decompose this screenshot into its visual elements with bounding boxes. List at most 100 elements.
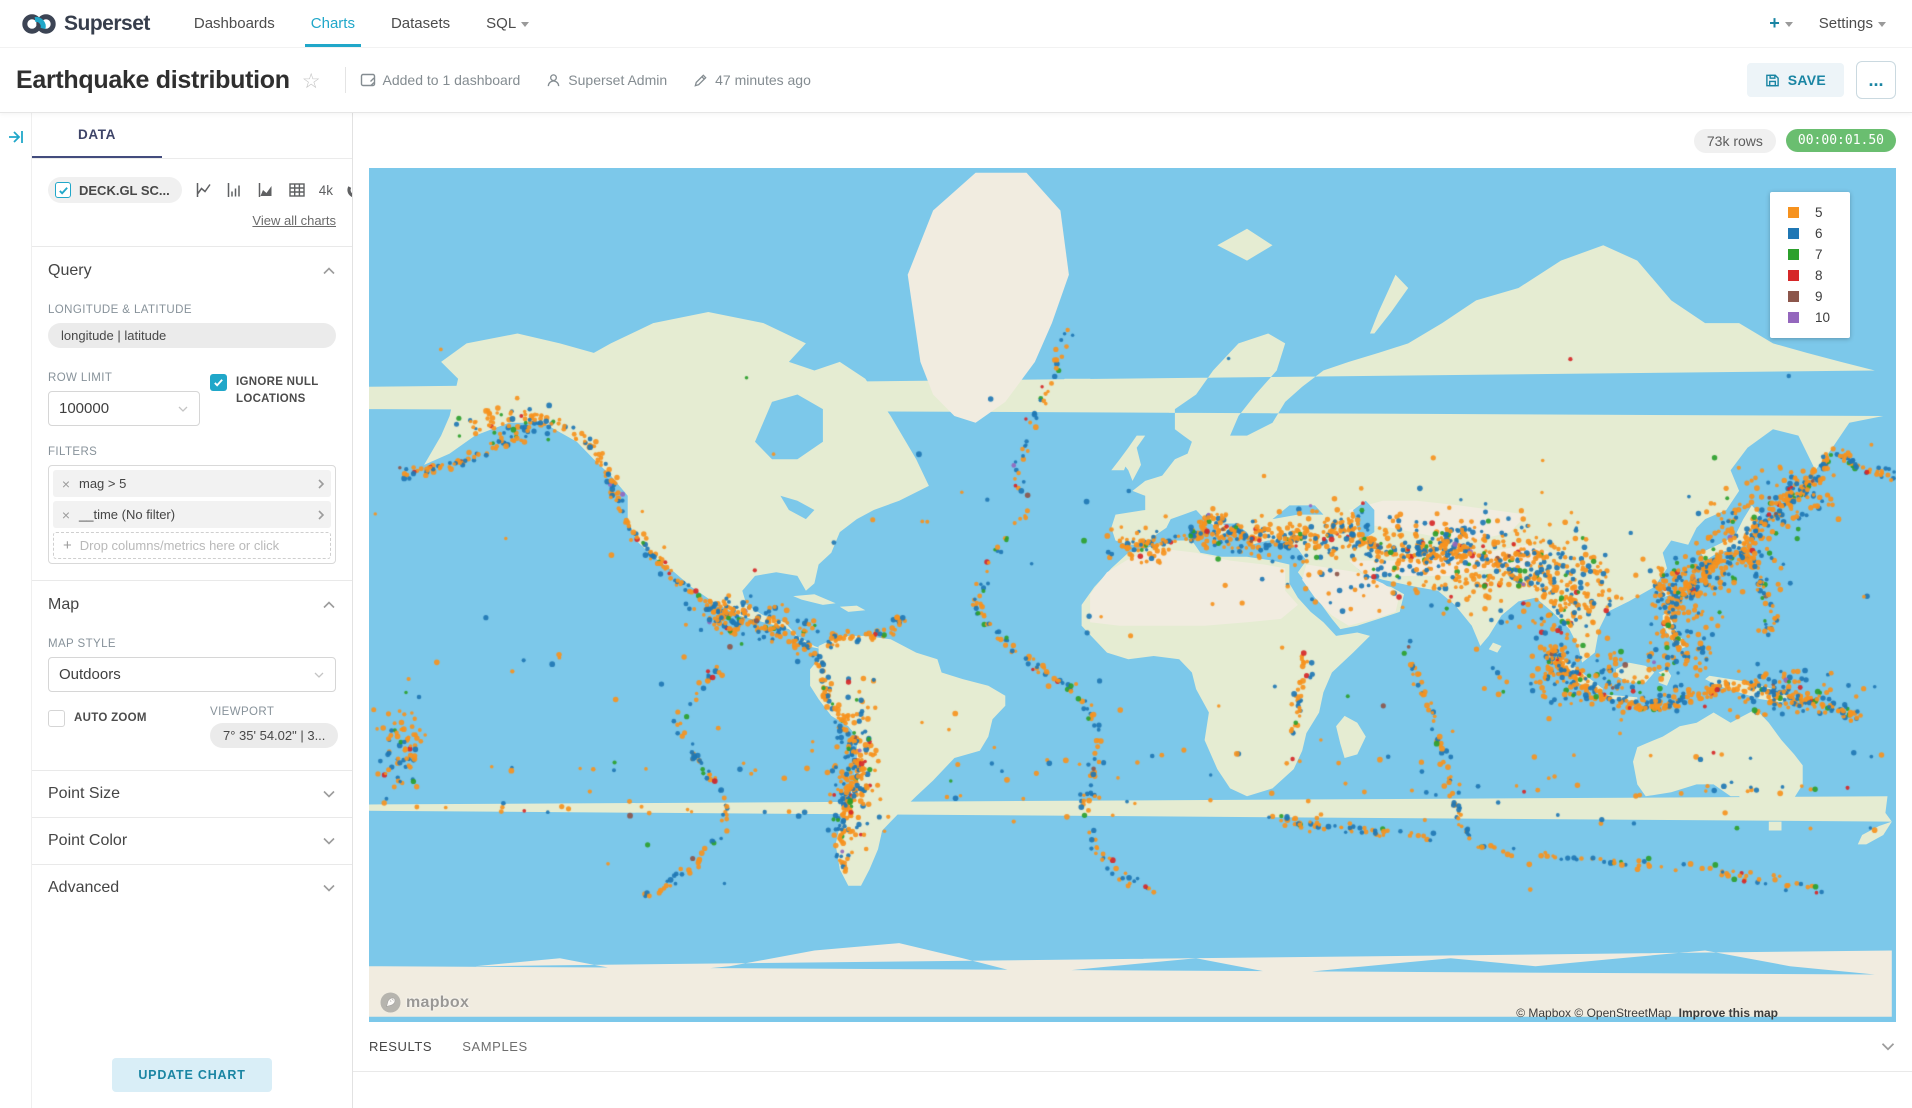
update-chart-button[interactable]: UPDATE CHART <box>112 1058 271 1092</box>
tab-samples[interactable]: SAMPLES <box>462 1039 528 1054</box>
panel-body: DECK.GL SC... 4k <box>32 159 352 1108</box>
deckgl-scatter-map[interactable]: 5678910 mapbox © Mapbox © OpenStreetMap … <box>369 168 1896 1022</box>
viz-type-selected[interactable]: DECK.GL SC... <box>48 177 182 203</box>
viz-4k-badge[interactable]: 4k <box>319 183 333 198</box>
ignore-null-checkbox-row[interactable]: IGNORE NULL LOCATIONS <box>210 374 346 407</box>
osm-attribution-link[interactable]: © OpenStreetMap <box>1574 1006 1671 1020</box>
map-style-label: MAP STYLE <box>48 638 336 650</box>
donut-chart-icon[interactable] <box>346 181 352 199</box>
chart-title: Earthquake distribution <box>16 66 290 95</box>
pencil-icon <box>693 73 708 88</box>
map-section-header[interactable]: Map <box>48 596 336 614</box>
filters-container: ×mag > 5×__time (No filter) + Drop colum… <box>48 465 336 564</box>
dashboard-icon <box>360 72 376 88</box>
checkbox-checked-icon <box>55 182 71 198</box>
advanced-section[interactable]: Advanced <box>48 865 336 911</box>
header-divider <box>345 67 346 93</box>
results-tabbar: RESULTS SAMPLES <box>353 1022 1912 1072</box>
table-icon[interactable] <box>288 181 306 199</box>
brand-name: Superset <box>64 12 150 36</box>
main-area: DATA DECK.GL SC... <box>0 113 1912 1108</box>
remove-filter-icon[interactable]: × <box>53 507 79 523</box>
favorite-star-icon[interactable]: ☆ <box>302 69 321 94</box>
nav-charts[interactable]: Charts <box>293 0 373 47</box>
chart-header: Earthquake distribution ☆ Added to 1 das… <box>0 48 1912 113</box>
legend-swatch <box>1788 249 1799 260</box>
filter-chip[interactable]: ×__time (No filter) <box>53 501 331 528</box>
viewport-value-chip[interactable]: 7° 35' 54.02" | 3... <box>210 723 338 748</box>
mapbox-mark-icon <box>379 991 402 1014</box>
legend-item: 7 <box>1782 244 1838 265</box>
chevron-down-icon <box>313 671 325 679</box>
panel-collapse-strip <box>0 113 32 1108</box>
owner-info[interactable]: Superset Admin <box>546 72 667 88</box>
filter-label: mag > 5 <box>79 476 317 491</box>
checkbox-checked-icon[interactable] <box>210 374 227 391</box>
mapbox-logo[interactable]: mapbox <box>379 991 469 1014</box>
legend-swatch <box>1788 291 1799 302</box>
tab-data[interactable]: DATA <box>32 113 162 158</box>
auto-zoom-checkbox-row[interactable]: AUTO ZOOM <box>48 710 200 727</box>
row-limit-select[interactable]: 100000 <box>48 391 200 426</box>
legend-value: 7 <box>1815 247 1823 262</box>
filter-rows: ×mag > 5×__time (No filter) <box>53 470 331 528</box>
chart-meta: Added to 1 dashboard Superset Admin 47 m… <box>360 72 811 88</box>
nav-sql[interactable]: SQL <box>468 0 547 47</box>
chevron-down-icon <box>322 789 336 799</box>
data-panel: DATA DECK.GL SC... <box>32 113 353 1108</box>
settings-menu[interactable]: Settings <box>1819 15 1886 32</box>
expand-panel-icon[interactable] <box>6 127 26 147</box>
plus-icon: + <box>63 537 72 554</box>
top-navbar: Superset Dashboards Charts Datasets SQL … <box>0 0 1912 48</box>
query-section-header[interactable]: Query <box>48 262 336 280</box>
legend-value: 9 <box>1815 289 1823 304</box>
legend-value: 5 <box>1815 205 1823 220</box>
view-all-charts-link[interactable]: View all charts <box>252 213 336 228</box>
line-chart-icon[interactable] <box>195 181 213 199</box>
nav-datasets[interactable]: Datasets <box>373 0 468 47</box>
nav-dashboards[interactable]: Dashboards <box>176 0 293 47</box>
save-disk-icon <box>1765 73 1780 88</box>
save-button[interactable]: SAVE <box>1747 63 1844 97</box>
legend-swatch <box>1788 312 1799 323</box>
map-style-select[interactable]: Outdoors <box>48 657 336 692</box>
chevron-right-icon <box>317 478 325 490</box>
tab-results[interactable]: RESULTS <box>369 1039 432 1054</box>
chart-content: 73k rows 00:00:01.50 5678910 mapbox © Ma… <box>353 113 1912 1108</box>
earthquake-points-layer <box>369 168 1896 1022</box>
dashboards-added-info[interactable]: Added to 1 dashboard <box>360 72 521 88</box>
viz-type-row: DECK.GL SC... 4k <box>48 177 336 203</box>
mapbox-attribution-link[interactable]: © Mapbox <box>1516 1006 1571 1020</box>
legend-item: 8 <box>1782 265 1838 286</box>
legend-item: 10 <box>1782 307 1838 328</box>
more-actions-button[interactable]: ... <box>1856 61 1896 99</box>
superset-infinity-icon <box>22 13 56 35</box>
filter-label: __time (No filter) <box>79 507 317 522</box>
chevron-down-icon <box>1785 22 1793 27</box>
nav-right: + Settings <box>1769 0 1912 47</box>
header-actions: SAVE ... <box>1747 61 1896 99</box>
checkbox-unchecked-icon[interactable] <box>48 710 65 727</box>
legend-item: 5 <box>1782 202 1838 223</box>
legend-value: 8 <box>1815 268 1823 283</box>
chevron-down-icon <box>177 405 189 413</box>
mapbox-wordmark: mapbox <box>406 994 469 1012</box>
filters-drop-zone[interactable]: + Drop columns/metrics here or click <box>53 532 331 559</box>
area-chart-icon[interactable] <box>257 181 275 199</box>
ignore-null-label: IGNORE NULL LOCATIONS <box>236 374 346 407</box>
filter-chip[interactable]: ×mag > 5 <box>53 470 331 497</box>
superset-logo[interactable]: Superset <box>0 0 176 47</box>
badges-row: 73k rows 00:00:01.50 <box>353 113 1912 168</box>
bar-chart-icon[interactable] <box>226 181 244 199</box>
improve-map-link[interactable]: Improve this map <box>1679 1006 1778 1020</box>
map-attribution: © Mapbox © OpenStreetMap Improve this ma… <box>1516 1006 1778 1020</box>
query-timer-badge: 00:00:01.50 <box>1786 129 1896 152</box>
point-color-section[interactable]: Point Color <box>48 818 336 864</box>
point-size-section[interactable]: Point Size <box>48 771 336 817</box>
lonlat-value-chip[interactable]: longitude | latitude <box>48 323 336 348</box>
last-modified-info[interactable]: 47 minutes ago <box>693 72 811 88</box>
new-item-button[interactable]: + <box>1769 13 1793 34</box>
remove-filter-icon[interactable]: × <box>53 476 79 492</box>
legend-swatch <box>1788 270 1799 281</box>
collapse-results-icon[interactable] <box>1880 1041 1896 1052</box>
